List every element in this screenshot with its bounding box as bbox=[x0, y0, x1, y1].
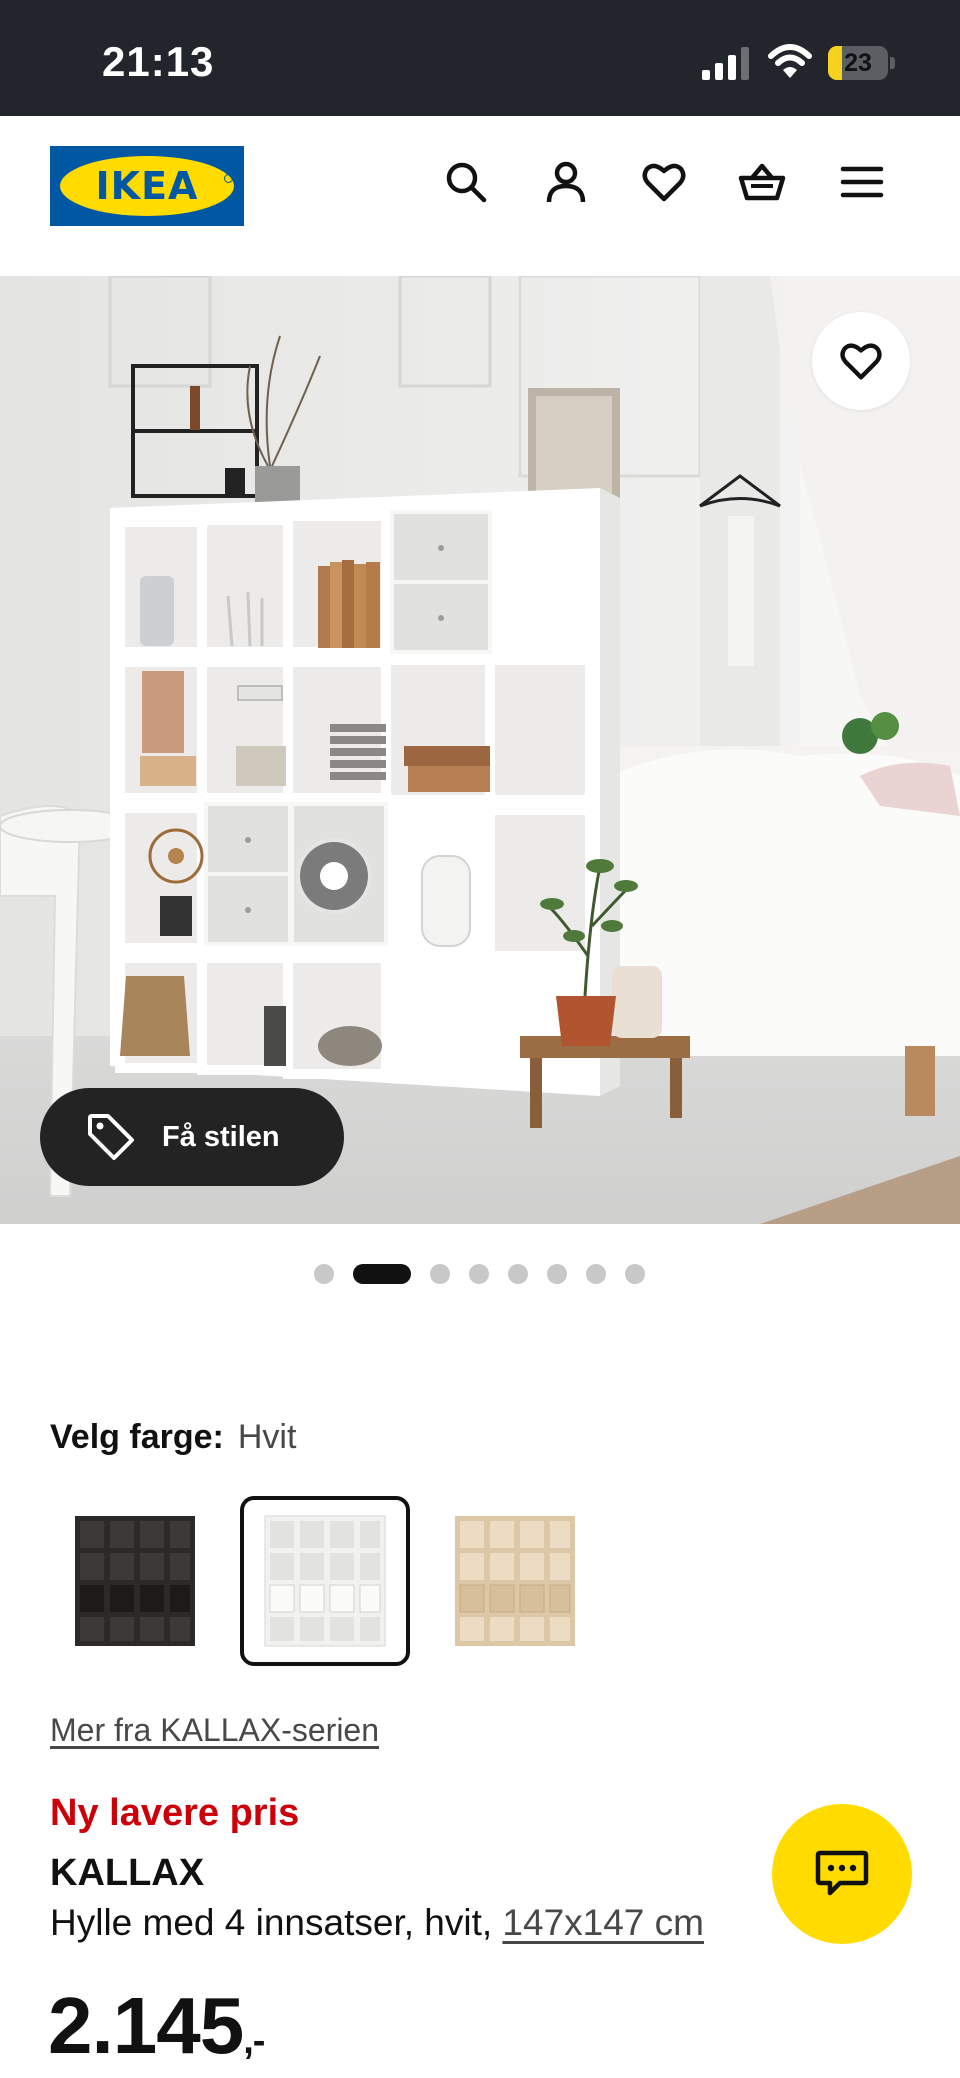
kallax-black-brown-thumbnail bbox=[75, 1516, 195, 1646]
selected-color-value: Hvit bbox=[237, 1418, 297, 1456]
color-swatch-white-stained-oak[interactable] bbox=[430, 1496, 600, 1666]
product-name: KALLAX bbox=[50, 1852, 205, 1894]
carousel-dot-5[interactable] bbox=[507, 1264, 528, 1284]
color-swatches bbox=[50, 1496, 650, 1666]
carousel-dot-6[interactable] bbox=[546, 1264, 567, 1284]
status-time: 21:13 bbox=[102, 38, 215, 85]
series-link[interactable]: Mer fra KALLAX-serien bbox=[50, 1712, 379, 1749]
status-bar: 21:13 23 bbox=[0, 0, 960, 116]
carousel-dot-2[interactable] bbox=[352, 1264, 411, 1284]
carousel-dot-7[interactable] bbox=[585, 1264, 606, 1284]
chat-icon bbox=[815, 1850, 869, 1896]
tag-icon bbox=[88, 1114, 134, 1160]
product-description-text: Hylle med 4 innsatser, hvit, bbox=[50, 1902, 503, 1943]
price-badge: Ny lavere pris bbox=[50, 1792, 300, 1834]
product-photo bbox=[0, 276, 960, 1224]
shopping-basket-button[interactable] bbox=[732, 152, 792, 212]
kallax-white-thumbnail bbox=[264, 1515, 386, 1647]
product-description: Hylle med 4 innsatser, hvit, 147x147 cm bbox=[50, 1902, 704, 1944]
color-label: Velg farge: bbox=[50, 1418, 224, 1456]
ikea-logo[interactable]: IKEA bbox=[50, 146, 244, 226]
kallax-oak-thumbnail bbox=[455, 1516, 575, 1646]
shopping-basket-icon bbox=[738, 163, 786, 201]
heart-icon bbox=[642, 163, 686, 202]
hamburger-menu-icon bbox=[840, 166, 884, 198]
price-value: 2.145 bbox=[48, 1981, 244, 2070]
battery-icon: 23 bbox=[826, 46, 895, 80]
heart-icon bbox=[840, 343, 882, 380]
carousel-dot-3[interactable] bbox=[429, 1264, 450, 1284]
account-icon bbox=[546, 161, 586, 203]
color-swatch-white[interactable] bbox=[240, 1496, 410, 1666]
wishlist-button[interactable] bbox=[634, 152, 694, 212]
logo-text: IKEA bbox=[95, 164, 199, 208]
hamburger-menu-button[interactable] bbox=[832, 152, 892, 212]
site-header: IKEA bbox=[0, 116, 960, 276]
carousel-dot-1[interactable] bbox=[313, 1264, 334, 1284]
product-size-link[interactable]: 147x147 cm bbox=[502, 1902, 704, 1943]
product-hotspot[interactable] bbox=[296, 838, 372, 914]
carousel-dot-8[interactable] bbox=[624, 1264, 645, 1284]
color-picker-heading: Velg farge: Hvit bbox=[50, 1418, 296, 1457]
get-the-look-label: Få stilen bbox=[162, 1120, 280, 1153]
carousel-pagination[interactable] bbox=[0, 1262, 960, 1286]
cellular-signal-icon bbox=[702, 47, 749, 80]
product-image-carousel[interactable]: Få stilen bbox=[0, 276, 960, 1224]
hotspot-dot-icon bbox=[320, 862, 348, 890]
product-price: 2.145,- bbox=[48, 1980, 265, 2072]
color-swatch-black-brown[interactable] bbox=[50, 1496, 220, 1666]
carousel-dot-4[interactable] bbox=[468, 1264, 489, 1284]
search-button[interactable] bbox=[436, 152, 496, 212]
battery-percent: 23 bbox=[844, 49, 872, 77]
account-button[interactable] bbox=[536, 152, 596, 212]
save-to-favorites-button[interactable] bbox=[812, 312, 910, 410]
price-suffix: ,- bbox=[243, 2020, 265, 2062]
get-the-look-button[interactable]: Få stilen bbox=[40, 1088, 344, 1186]
wifi-icon bbox=[768, 44, 812, 78]
chat-button[interactable] bbox=[772, 1804, 912, 1944]
search-icon bbox=[446, 162, 487, 203]
